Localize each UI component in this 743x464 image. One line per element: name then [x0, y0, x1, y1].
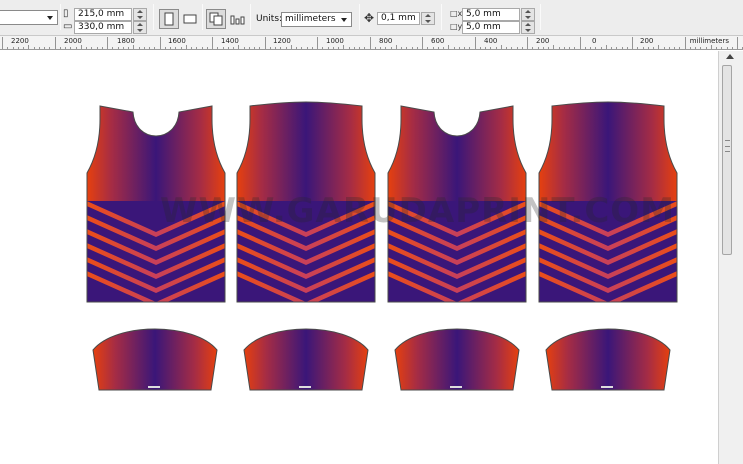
separator	[540, 4, 541, 30]
separator	[153, 4, 154, 30]
scrollbar-thumb[interactable]	[722, 65, 732, 255]
page-width-field[interactable]: 215,0 mm	[74, 8, 132, 21]
page-height-spinner[interactable]	[133, 21, 147, 34]
page-height-icon: ▭	[63, 21, 73, 32]
duplicate-y-icon: □y	[450, 22, 463, 31]
horizontal-ruler[interactable]: 2200 2000 1800 1600 1400 1200 1000 800 6…	[0, 36, 743, 50]
separator	[359, 4, 360, 30]
ruler-label: 1600	[168, 37, 186, 45]
sleeve-1[interactable]	[92, 328, 218, 391]
ruler-label: 2200	[11, 37, 29, 45]
nudge-spinner[interactable]	[421, 12, 435, 25]
ruler-label: 400	[484, 37, 498, 45]
nudge-distance-field[interactable]: 0,1 mm	[377, 12, 420, 25]
watermark-text: WWW.GARUDAPRINT.COM	[160, 191, 676, 231]
ruler-label: 1400	[221, 37, 239, 45]
duplicate-x-spinner[interactable]	[521, 8, 535, 21]
ruler-label: 200	[536, 37, 550, 45]
duplicate-x-icon: □x	[450, 9, 463, 18]
units-value: millimeters	[285, 14, 336, 24]
ruler-label: 2000	[64, 37, 82, 45]
ruler-label: 0	[592, 37, 597, 45]
separator	[60, 4, 61, 30]
vertical-scrollbar[interactable]	[718, 51, 743, 464]
ruler-label: 200	[640, 37, 654, 45]
ruler-label: 1200	[273, 37, 291, 45]
property-bar: ▯ 215,0 mm ▭ 330,0 mm Units: millimeters…	[0, 0, 743, 36]
units-dropdown[interactable]: millimeters	[281, 12, 352, 27]
ruler-ticks	[2, 37, 743, 49]
page-width-spinner[interactable]	[133, 8, 147, 21]
jersey-artwork[interactable]	[0, 51, 718, 464]
duplicate-y-spinner[interactable]	[521, 21, 535, 34]
page-portrait-icon[interactable]	[159, 9, 179, 29]
sleeve-2[interactable]	[243, 328, 369, 391]
all-pages-icon[interactable]	[206, 9, 226, 29]
separator	[441, 4, 442, 30]
duplicate-y-field[interactable]: 5,0 mm	[462, 21, 520, 34]
page-height-field[interactable]: 330,0 mm	[74, 21, 132, 34]
units-label: Units:	[256, 14, 283, 24]
duplicate-x-field[interactable]: 5,0 mm	[462, 8, 520, 21]
scroll-up-icon[interactable]	[726, 54, 734, 59]
grip-icon	[725, 140, 730, 152]
ruler-label: 600	[431, 37, 445, 45]
ruler-label: 1000	[326, 37, 344, 45]
separator	[202, 4, 203, 30]
sleeve-3[interactable]	[394, 328, 520, 391]
current-page-icon[interactable]	[227, 9, 247, 29]
ruler-units-label: millimeters	[689, 37, 729, 45]
ruler-label: 800	[379, 37, 393, 45]
page-width-icon: ▯	[63, 8, 69, 19]
paper-type-dropdown[interactable]	[0, 10, 58, 25]
drawing-canvas[interactable]: WWW.GARUDAPRINT.COM	[0, 51, 718, 464]
page-landscape-icon[interactable]	[180, 9, 200, 29]
sleeve-4[interactable]	[545, 328, 671, 391]
ruler-label: 1800	[117, 37, 135, 45]
nudge-icon: ✥	[364, 11, 375, 25]
separator	[250, 4, 251, 30]
coreldraw-window: ▯ 215,0 mm ▭ 330,0 mm Units: millimeters…	[0, 0, 743, 464]
